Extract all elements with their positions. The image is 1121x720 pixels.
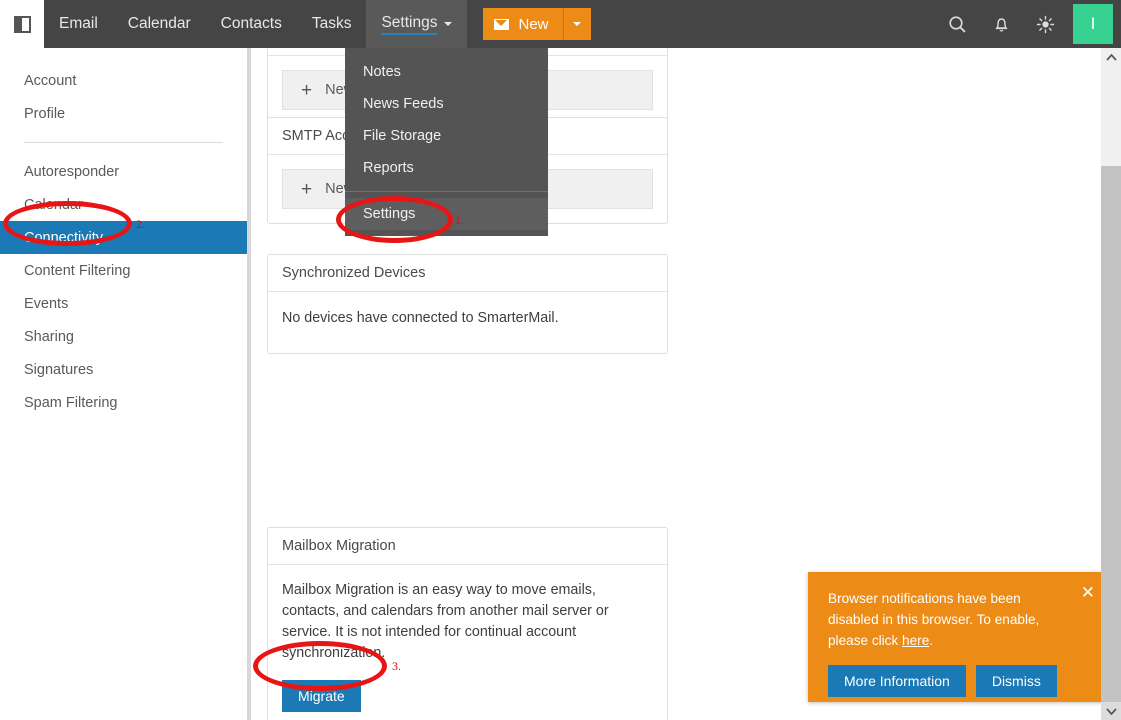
card-body: Mailbox Migration is an easy way to move… bbox=[268, 565, 667, 720]
chevron-down-icon bbox=[573, 22, 581, 26]
nav-item-calendar[interactable]: Calendar bbox=[113, 0, 206, 48]
settings-sidebar: Account Profile Autoresponder Calendar C… bbox=[0, 48, 247, 720]
sidebar-item-label: Events bbox=[24, 296, 68, 312]
scrollbar-thumb[interactable] bbox=[1101, 66, 1121, 166]
dismiss-button[interactable]: Dismiss bbox=[976, 665, 1057, 697]
migrate-button[interactable]: Migrate bbox=[282, 680, 361, 712]
menu-item-settings[interactable]: Settings bbox=[345, 198, 548, 230]
more-information-button[interactable]: More Information bbox=[828, 665, 966, 697]
card-synchronized-devices: Synchronized Devices No devices have con… bbox=[267, 254, 668, 354]
sidebar-item-label: Profile bbox=[24, 106, 65, 122]
plus-icon: + bbox=[301, 180, 312, 199]
chevron-down-icon bbox=[444, 22, 452, 26]
nav-item-contacts[interactable]: Contacts bbox=[206, 0, 297, 48]
menu-item-label: File Storage bbox=[363, 128, 441, 144]
sidebar-item-events[interactable]: Events bbox=[0, 287, 247, 320]
sidebar-item-label: Connectivity bbox=[24, 230, 103, 246]
avatar-initial: I bbox=[1091, 14, 1096, 34]
sidebar-toggle-icon bbox=[14, 16, 31, 33]
menu-item-label: Notes bbox=[363, 64, 401, 80]
menu-item-label: Settings bbox=[363, 206, 415, 222]
sidebar-item-label: Sharing bbox=[24, 329, 74, 345]
annotation-number-1: 1. bbox=[455, 213, 464, 228]
nav-items: Email Calendar Contacts Tasks Settings bbox=[44, 0, 467, 48]
toast-message: Browser notifications have been disabled… bbox=[828, 588, 1063, 651]
sidebar-item-label: Account bbox=[24, 73, 76, 89]
annotation-number-2: 2. bbox=[136, 217, 145, 232]
scroll-up-arrow-icon[interactable] bbox=[1101, 48, 1121, 66]
sidebar-item-label: Signatures bbox=[24, 362, 93, 378]
nav-item-label: Tasks bbox=[312, 15, 352, 33]
sidebar-item-label: Autoresponder bbox=[24, 164, 119, 180]
app-root: Email Calendar Contacts Tasks Settings N… bbox=[0, 0, 1121, 720]
sidebar-item-content-filtering[interactable]: Content Filtering bbox=[0, 254, 247, 287]
sidebar-item-connectivity[interactable]: Connectivity bbox=[0, 221, 247, 254]
toast-text-before: Browser notifications have been disabled… bbox=[828, 591, 1039, 648]
sidebar-item-profile[interactable]: Profile bbox=[0, 97, 247, 130]
menu-item-notes[interactable]: Notes bbox=[345, 56, 548, 88]
sidebar-toggle-button[interactable] bbox=[0, 0, 44, 48]
browser-notification-toast: ✕ Browser notifications have been disabl… bbox=[808, 572, 1108, 702]
enable-notifications-link[interactable]: here bbox=[902, 633, 929, 648]
menu-item-label: News Feeds bbox=[363, 96, 444, 112]
new-button-dropdown-toggle[interactable] bbox=[563, 8, 591, 40]
nav-item-settings[interactable]: Settings bbox=[366, 0, 467, 48]
annotation-number-3: 3. bbox=[392, 659, 401, 674]
settings-dropdown-menu: Notes News Feeds File Storage Reports Se… bbox=[345, 48, 548, 236]
sidebar-divider bbox=[24, 142, 223, 143]
card-mailbox-migration: Mailbox Migration Mailbox Migration is a… bbox=[267, 527, 668, 720]
page-scrollbar[interactable] bbox=[1101, 48, 1121, 720]
nav-item-tasks[interactable]: Tasks bbox=[297, 0, 367, 48]
sidebar-item-autoresponder[interactable]: Autoresponder bbox=[0, 155, 247, 188]
scroll-down-arrow-icon[interactable] bbox=[1101, 702, 1121, 720]
nav-item-label: Calendar bbox=[128, 15, 191, 33]
sidebar-item-calendar[interactable]: Calendar bbox=[0, 188, 247, 221]
migration-description: Mailbox Migration is an easy way to move… bbox=[282, 580, 653, 664]
menu-item-file-storage[interactable]: File Storage bbox=[345, 120, 548, 152]
sidebar-item-label: Spam Filtering bbox=[24, 395, 117, 411]
bell-icon[interactable] bbox=[979, 0, 1023, 48]
new-button-label: New bbox=[518, 16, 548, 33]
search-icon[interactable] bbox=[935, 0, 979, 48]
card-title: Synchronized Devices bbox=[268, 255, 667, 292]
new-button-group: New bbox=[483, 8, 590, 40]
brightness-icon[interactable] bbox=[1023, 0, 1067, 48]
sidebar-item-label: Calendar bbox=[24, 197, 83, 213]
sidebar-item-signatures[interactable]: Signatures bbox=[0, 353, 247, 386]
top-navigation-bar: Email Calendar Contacts Tasks Settings N… bbox=[44, 0, 1121, 48]
menu-item-news-feeds[interactable]: News Feeds bbox=[345, 88, 548, 120]
plus-icon: + bbox=[301, 81, 312, 100]
nav-item-label: Contacts bbox=[221, 15, 282, 33]
sidebar-item-sharing[interactable]: Sharing bbox=[0, 320, 247, 353]
nav-item-email[interactable]: Email bbox=[44, 0, 113, 48]
avatar[interactable]: I bbox=[1073, 4, 1113, 44]
card-body: No devices have connected to SmarterMail… bbox=[268, 292, 667, 353]
envelope-icon bbox=[494, 19, 509, 30]
new-button[interactable]: New bbox=[483, 8, 562, 40]
sidebar-item-spam-filtering[interactable]: Spam Filtering bbox=[0, 386, 247, 419]
toast-actions: More Information Dismiss bbox=[828, 665, 1090, 697]
nav-item-label: Email bbox=[59, 15, 98, 33]
nav-right-actions: I bbox=[935, 0, 1121, 48]
card-title: Mailbox Migration bbox=[268, 528, 667, 565]
sidebar-item-label: Content Filtering bbox=[24, 263, 130, 279]
devices-empty-message: No devices have connected to SmarterMail… bbox=[282, 308, 653, 329]
menu-divider bbox=[345, 191, 548, 192]
close-icon[interactable]: ✕ bbox=[1081, 584, 1095, 601]
menu-item-label: Reports bbox=[363, 160, 414, 176]
menu-item-reports[interactable]: Reports bbox=[345, 152, 548, 184]
sidebar-item-account[interactable]: Account bbox=[0, 64, 247, 97]
toast-text-after: . bbox=[929, 633, 933, 648]
nav-item-label: Settings bbox=[381, 14, 437, 35]
